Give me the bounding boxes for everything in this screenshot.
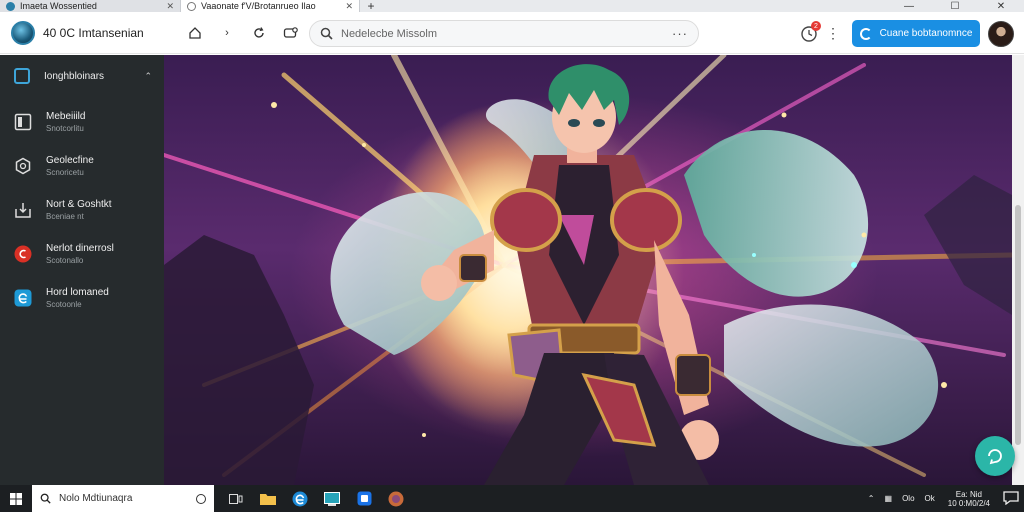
notification-bell-icon[interactable]: 2 xyxy=(800,21,821,43)
task-view-icon[interactable] xyxy=(220,485,252,512)
minimize-icon[interactable]: — xyxy=(886,0,932,12)
sidebar: Ionghbloinars ⌃ Mebeiiild Snotcorlitu Ge… xyxy=(0,55,164,485)
tab-1[interactable]: Imaeta Wossentied ✕ xyxy=(0,0,180,12)
search-bar[interactable]: ··· xyxy=(309,20,699,47)
primary-action-label: Cuane bobtanomnce xyxy=(879,28,973,39)
brand[interactable]: 40 0C Imtansenian xyxy=(11,21,144,45)
sidebar-item-5[interactable]: Hord lomaned Scotoonle xyxy=(14,286,154,311)
sidebar-item-title: Nort & Goshtkt xyxy=(46,199,112,210)
pinned-app-icon[interactable] xyxy=(380,485,412,512)
chevron-up-icon[interactable]: ⌃ xyxy=(144,71,152,82)
download-icon xyxy=(15,203,31,218)
app-header: 40 0C Imtansenian › ··· 2 ⋮ Cuane b xyxy=(0,12,1024,54)
app-title: 40 0C Imtansenian xyxy=(43,26,144,40)
search-icon xyxy=(320,27,333,40)
sidebar-item-subtitle: Bceniae nt xyxy=(46,212,84,221)
new-tab-plus-icon[interactable]: + xyxy=(360,0,382,13)
refresh-icon[interactable] xyxy=(250,24,268,42)
sync-icon xyxy=(859,27,872,40)
sidebar-item-subtitle: Scnoricetu xyxy=(46,168,84,177)
sidebar-item-2[interactable]: Geolecfine Scnoricetu xyxy=(14,154,154,179)
edge-browser-icon[interactable] xyxy=(284,485,316,512)
file-explorer-icon[interactable] xyxy=(252,485,284,512)
taskbar-apps xyxy=(220,485,412,512)
chevron-up-icon[interactable]: ⌃ xyxy=(868,494,875,503)
maximize-icon[interactable]: ☐ xyxy=(932,0,978,12)
kebab-menu-icon[interactable]: ⋮ xyxy=(826,25,840,41)
sidebar-item-title: Nerlot dinerrosl xyxy=(46,243,114,254)
notification-badge: 2 xyxy=(811,21,821,31)
action-center-icon[interactable] xyxy=(1003,490,1019,507)
bookmark-icon[interactable] xyxy=(282,24,300,42)
network-icon[interactable]: ▦ xyxy=(885,494,893,503)
forward-arrow-icon[interactable]: › xyxy=(218,24,236,42)
anime-hero-artwork xyxy=(164,55,1012,485)
home-icon[interactable] xyxy=(186,24,204,42)
tab-close-icon[interactable]: ✕ xyxy=(337,1,353,12)
primary-action-button[interactable]: Cuane bobtanomnce xyxy=(852,20,980,47)
tab-close-icon[interactable]: ✕ xyxy=(158,1,174,12)
window-controls: — ☐ ✕ xyxy=(886,0,1024,12)
scrollbar-thumb[interactable] xyxy=(1015,205,1021,445)
clock-time: Ea: Nid xyxy=(955,489,982,499)
store-app-icon[interactable] xyxy=(316,485,348,512)
tab-2-label: Vaaonate f'V/Brotanrueo Ilao xyxy=(201,1,316,11)
user-avatar[interactable] xyxy=(988,21,1014,47)
red-app-icon xyxy=(14,245,32,263)
more-options-icon[interactable]: ··· xyxy=(672,26,688,41)
close-window-icon[interactable]: ✕ xyxy=(978,0,1024,12)
assistant-icon xyxy=(988,449,1002,465)
taskbar-search[interactable] xyxy=(32,485,214,512)
hero-illustration xyxy=(164,55,1012,485)
hexagon-icon xyxy=(15,157,31,175)
browser-e-icon xyxy=(14,289,32,307)
cortana-circle-icon[interactable] xyxy=(196,493,206,504)
system-clock[interactable]: Ea: Nid 10 0:M0/2/4 xyxy=(948,490,990,508)
sidebar-item-subtitle: Snotcorlitu xyxy=(46,124,84,133)
app-logo-icon xyxy=(11,21,35,45)
mail-app-icon[interactable] xyxy=(348,485,380,512)
tray-label-2[interactable]: Ok xyxy=(925,494,935,503)
sidebar-heading-label: Ionghbloinars xyxy=(44,70,105,82)
windows-start-icon[interactable] xyxy=(0,485,32,512)
taskbar-search-input[interactable] xyxy=(59,493,189,504)
os-taskbar: ⌃ ▦ Olo Ok Ea: Nid 10 0:M0/2/4 xyxy=(0,485,1024,512)
sidebar-item-subtitle: Scotoonle xyxy=(46,300,82,309)
page-favicon-icon xyxy=(187,1,196,11)
sidebar-heading[interactable]: Ionghbloinars ⌃ xyxy=(14,68,152,84)
page-scrollbar[interactable] xyxy=(1012,55,1024,485)
assistant-fab-button[interactable] xyxy=(975,436,1015,476)
tab-2-active[interactable]: Vaaonate f'V/Brotanrueo Ilao ✕ xyxy=(180,0,360,12)
sidebar-item-title: Mebeiiild xyxy=(46,111,86,122)
globe-favicon-icon xyxy=(6,1,15,11)
nav-controls: › xyxy=(186,24,300,42)
browser-window: Imaeta Wossentied ✕ Vaaonate f'V/Brotanr… xyxy=(0,0,1024,512)
search-input[interactable] xyxy=(341,27,672,40)
tray-label-1[interactable]: Olo xyxy=(902,494,914,503)
system-tray: ⌃ ▦ Olo Ok Ea: Nid 10 0:M0/2/4 xyxy=(863,490,1024,508)
panel-icon xyxy=(14,113,32,131)
search-icon xyxy=(40,493,51,504)
sidebar-item-1[interactable]: Mebeiiild Snotcorlitu xyxy=(14,110,154,135)
sidebar-item-4[interactable]: Nerlot dinerrosl Scotonallo xyxy=(14,242,154,267)
sidebar-item-title: Hord lomaned xyxy=(46,287,109,298)
tab-1-label: Imaeta Wossentied xyxy=(20,1,97,11)
clock-date: 10 0:M0/2/4 xyxy=(947,498,990,508)
sidebar-item-title: Geolecfine xyxy=(46,155,94,166)
sidebar-item-subtitle: Scotonallo xyxy=(46,256,84,265)
bookmark-folder-icon xyxy=(14,68,30,84)
tab-strip: Imaeta Wossentied ✕ Vaaonate f'V/Brotanr… xyxy=(0,0,1024,13)
sidebar-item-3[interactable]: Nort & Goshtkt Bceniae nt xyxy=(14,198,154,223)
